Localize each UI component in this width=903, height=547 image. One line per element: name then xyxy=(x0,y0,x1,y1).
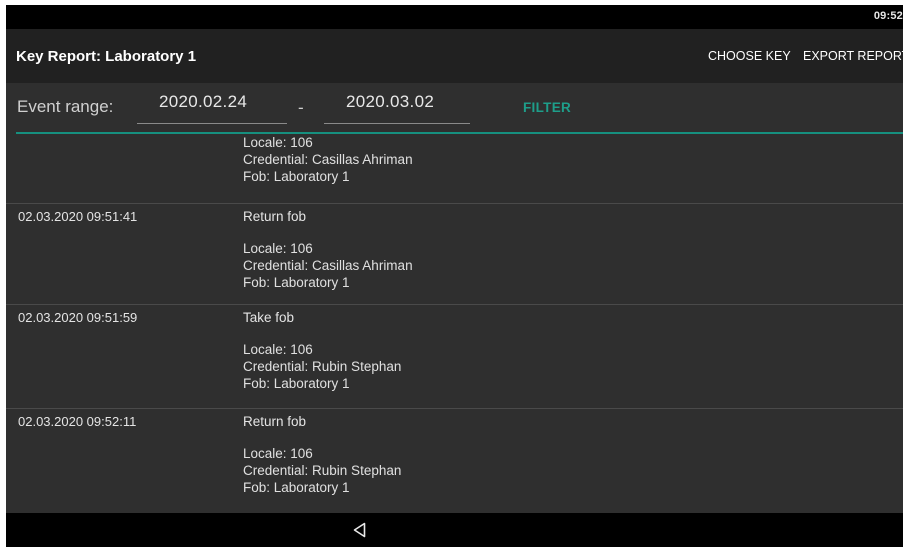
status-time: 09:52 xyxy=(873,10,903,22)
status-bar: 09:52 xyxy=(6,5,903,29)
date-to-field[interactable]: 2020.03.02 xyxy=(324,83,470,124)
back-triangle-icon[interactable] xyxy=(351,521,369,539)
navigation-bar xyxy=(6,513,903,547)
filter-row: Event range: 2020.02.24 - 2020.03.02 FIL… xyxy=(6,83,903,135)
event-range-label: Event range: xyxy=(17,97,114,116)
event-fob: Fob: Laboratory 1 xyxy=(243,275,350,290)
event-credential: Credential: Rubin Stephan xyxy=(243,359,402,374)
list-item[interactable]: 02.03.2020 09:51:41 Return fob Locale: 1… xyxy=(6,203,903,304)
app-bar: Key Report: Laboratory 1 CHOOSE KEY EXPO… xyxy=(6,29,903,83)
event-type: Return fob xyxy=(243,414,307,429)
event-fob: Fob: Laboratory 1 xyxy=(243,376,350,391)
event-type: Return fob xyxy=(243,209,307,224)
event-locale: Locale: 106 xyxy=(243,446,313,461)
page-title: Key Report: Laboratory 1 xyxy=(16,48,197,65)
event-timestamp: 02.03.2020 09:51:59 xyxy=(18,310,138,325)
list-item[interactable]: 02.03.2020 09:52:11 Return fob Locale: 1… xyxy=(6,408,903,509)
event-fob: Fob: Laboratory 1 xyxy=(243,480,350,495)
event-locale: Locale: 106 xyxy=(243,342,313,357)
event-timestamp: 02.03.2020 09:52:11 xyxy=(18,414,137,429)
list-item[interactable]: 02.03.2020 09:51:59 Take fob Locale: 106… xyxy=(6,304,903,405)
date-from-field[interactable]: 2020.02.24 xyxy=(137,83,287,124)
event-type: Take fob xyxy=(243,310,295,325)
event-details: Locale: 106 Credential: Rubin Stephan Fo… xyxy=(243,341,401,392)
event-details: Locale: 106 Credential: Casillas Ahriman… xyxy=(243,135,413,185)
event-list[interactable]: Locale: 106 Credential: Casillas Ahriman… xyxy=(6,135,903,513)
event-credential: Credential: Casillas Ahriman xyxy=(243,152,413,167)
date-from-value: 2020.02.24 xyxy=(159,92,248,111)
list-item[interactable]: Locale: 106 Credential: Casillas Ahriman… xyxy=(6,135,903,198)
event-details: Locale: 106 Credential: Rubin Stephan Fo… xyxy=(243,445,401,496)
event-locale: Locale: 106 xyxy=(243,241,313,256)
event-timestamp: 02.03.2020 09:51:41 xyxy=(18,209,138,224)
event-fob: Fob: Laboratory 1 xyxy=(243,169,350,184)
event-locale: Locale: 106 xyxy=(243,135,313,150)
event-credential: Credential: Casillas Ahriman xyxy=(243,258,413,273)
event-credential: Credential: Rubin Stephan xyxy=(243,463,402,478)
divider xyxy=(16,132,903,134)
screen: 09:52 Key Report: Laboratory 1 CHOOSE KE… xyxy=(0,0,903,547)
choose-key-button[interactable]: CHOOSE KEY xyxy=(708,49,791,63)
export-report-button[interactable]: EXPORT REPORT xyxy=(803,49,903,63)
device-frame: 09:52 Key Report: Laboratory 1 CHOOSE KE… xyxy=(6,5,903,547)
date-to-value: 2020.03.02 xyxy=(346,92,435,111)
event-details: Locale: 106 Credential: Casillas Ahriman… xyxy=(243,240,413,291)
filter-button[interactable]: FILTER xyxy=(523,100,571,115)
range-separator: - xyxy=(298,98,304,117)
